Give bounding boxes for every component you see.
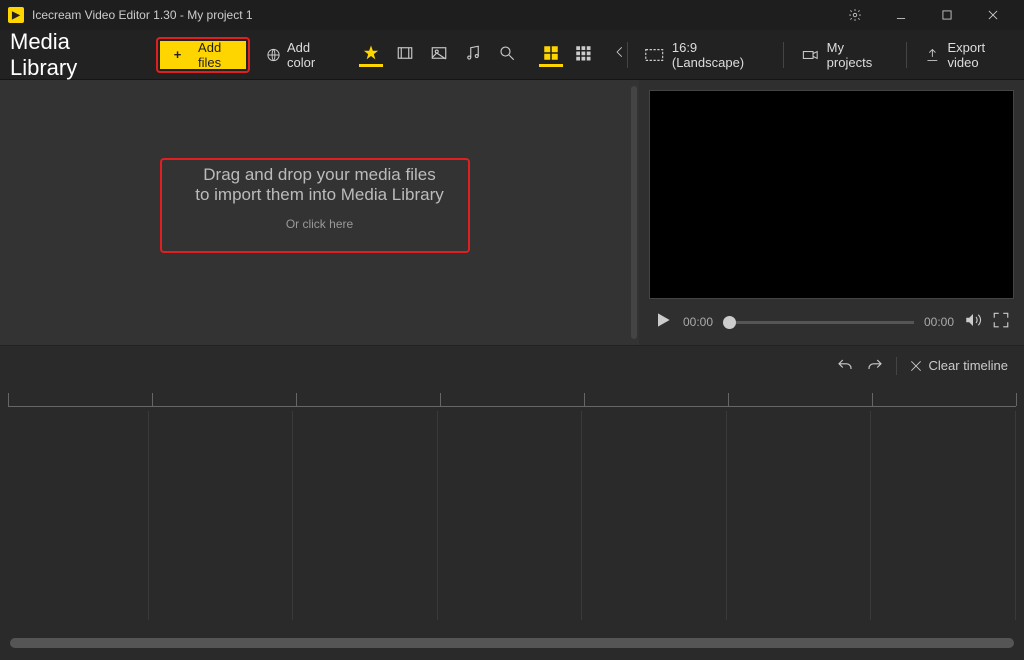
time-total: 00:00 xyxy=(924,315,954,329)
timeline-slot[interactable] xyxy=(153,411,294,620)
seek-knob[interactable] xyxy=(723,316,736,329)
collapse-panel-button[interactable] xyxy=(613,45,627,64)
video-preview[interactable] xyxy=(649,90,1014,299)
play-button[interactable] xyxy=(653,310,673,335)
section-title: Media Library xyxy=(10,29,136,81)
export-video-button[interactable]: Export video xyxy=(925,40,1014,70)
chevron-left-icon xyxy=(613,45,627,59)
search-button[interactable] xyxy=(495,43,519,67)
play-icon xyxy=(653,310,673,330)
view-large-grid-button[interactable] xyxy=(539,43,563,67)
close-icon xyxy=(909,359,923,373)
fullscreen-button[interactable] xyxy=(992,311,1010,334)
divider xyxy=(627,42,628,68)
timeline-slot[interactable] xyxy=(731,411,872,620)
redo-button[interactable] xyxy=(866,357,884,375)
undo-button[interactable] xyxy=(836,357,854,375)
timeline-slot[interactable] xyxy=(8,411,149,620)
filter-video-button[interactable] xyxy=(393,43,417,67)
window-title: Icecream Video Editor 1.30 - My project … xyxy=(32,8,253,22)
player-controls: 00:00 00:00 xyxy=(649,299,1014,345)
highlight-dropzone xyxy=(160,158,470,253)
aspect-ratio-label: 16:9 (Landscape) xyxy=(672,40,765,70)
settings-button[interactable] xyxy=(832,0,878,30)
app-icon: ▶ xyxy=(8,7,24,23)
media-library-panel[interactable]: Drag and drop your media files to import… xyxy=(0,80,639,345)
aspect-ratio-button[interactable]: 16:9 (Landscape) xyxy=(645,40,765,70)
view-mode-group xyxy=(539,43,595,67)
timeline-slot[interactable] xyxy=(586,411,727,620)
close-button[interactable] xyxy=(970,0,1016,30)
export-video-label: Export video xyxy=(947,40,1014,70)
titlebar: ▶ Icecream Video Editor 1.30 - My projec… xyxy=(0,0,1024,30)
divider xyxy=(896,357,897,375)
timeline-scrollbar-thumb[interactable] xyxy=(10,638,1014,648)
redo-icon xyxy=(866,357,884,375)
divider xyxy=(783,42,784,68)
my-projects-label: My projects xyxy=(827,40,888,70)
plus-icon: + xyxy=(174,47,182,62)
upload-icon xyxy=(925,47,940,63)
timeline-slot[interactable] xyxy=(297,411,438,620)
filter-all-button[interactable] xyxy=(359,43,383,67)
filter-audio-button[interactable] xyxy=(461,43,485,67)
maximize-button[interactable] xyxy=(924,0,970,30)
my-projects-button[interactable]: My projects xyxy=(802,40,888,70)
camera-icon xyxy=(802,46,819,64)
clear-timeline-button[interactable]: Clear timeline xyxy=(909,358,1008,373)
divider xyxy=(906,42,907,68)
main-toolbar: Media Library + Add files Add color xyxy=(0,30,1024,80)
fullscreen-icon xyxy=(992,311,1010,329)
media-scrollbar[interactable] xyxy=(631,86,637,339)
add-color-label: Add color xyxy=(287,40,339,70)
clear-timeline-label: Clear timeline xyxy=(929,358,1008,373)
time-current: 00:00 xyxy=(683,315,713,329)
timeline-toolbar: Clear timeline xyxy=(0,345,1024,385)
highlight-add-files: + Add files xyxy=(156,37,250,73)
minimize-button[interactable] xyxy=(878,0,924,30)
add-files-label: Add files xyxy=(187,40,232,70)
view-small-grid-button[interactable] xyxy=(571,43,595,67)
filter-image-button[interactable] xyxy=(427,43,451,67)
media-filter-group xyxy=(359,43,519,67)
timeline-track[interactable] xyxy=(8,411,1016,620)
volume-button[interactable] xyxy=(964,311,982,334)
timeline-slot[interactable] xyxy=(875,411,1016,620)
preview-panel: 00:00 00:00 xyxy=(639,80,1024,345)
seek-bar[interactable] xyxy=(723,321,914,324)
add-files-button[interactable]: + Add files xyxy=(160,41,246,69)
aspect-icon xyxy=(645,48,663,62)
timeline-scrollbar[interactable] xyxy=(10,638,1014,648)
timeline-panel[interactable] xyxy=(0,385,1024,660)
globe-icon xyxy=(266,47,281,63)
volume-icon xyxy=(964,311,982,329)
timeline-slot[interactable] xyxy=(442,411,583,620)
timeline-ruler[interactable] xyxy=(8,393,1016,407)
add-color-button[interactable]: Add color xyxy=(266,40,339,70)
undo-icon xyxy=(836,357,854,375)
main-area: Drag and drop your media files to import… xyxy=(0,80,1024,345)
